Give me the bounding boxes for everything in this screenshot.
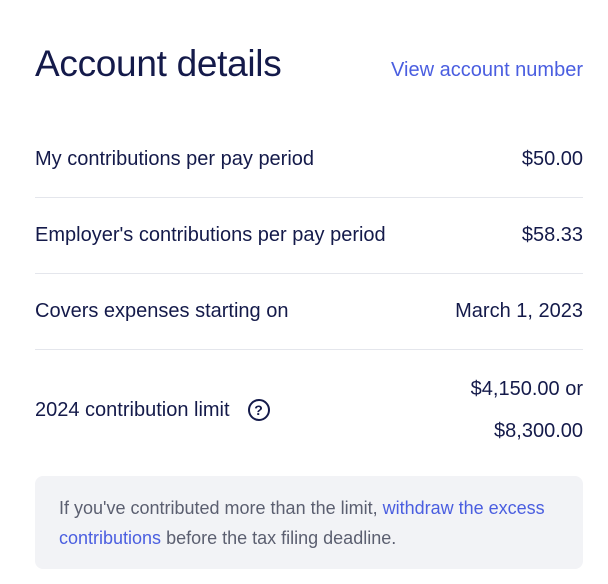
detail-label: Covers expenses starting on [35, 300, 289, 322]
contribution-limit-note: If you've contributed more than the limi… [35, 476, 583, 569]
note-prefix: If you've contributed more than the limi… [59, 498, 383, 518]
detail-row-contribution-limit: 2024 contribution limit ? $4,150.00 or $… [35, 350, 583, 470]
limit-value-line-2: $8,300.00 [494, 420, 583, 442]
limit-value-line-1: $4,150.00 or [470, 378, 583, 400]
detail-value: $50.00 [521, 147, 583, 170]
detail-row-employer-contributions: Employer's contributions per pay period … [35, 198, 583, 274]
detail-label-wrap: 2024 contribution limit ? [35, 399, 270, 422]
detail-label: Employer's contributions per pay period [35, 224, 386, 246]
account-details-card: Account details View account number My c… [35, 38, 583, 569]
detail-label: My contributions per pay period [35, 147, 315, 170]
card-header: Account details View account number [35, 38, 583, 90]
detail-label: 2024 contribution limit [35, 398, 230, 421]
page-title: Account details [35, 43, 282, 84]
view-account-number-link[interactable]: View account number [391, 44, 583, 96]
detail-row-covers-expenses: Covers expenses starting on March 1, 202… [35, 274, 583, 350]
detail-row-my-contributions: My contributions per pay period $50.00 [35, 121, 583, 198]
detail-value: $4,150.00 or $8,300.00 [471, 368, 583, 452]
note-suffix: before the tax filing deadline. [161, 528, 397, 548]
details-list: My contributions per pay period $50.00 E… [35, 121, 583, 470]
detail-value: March 1, 2023 [455, 300, 583, 322]
question-circle-icon[interactable]: ? [247, 399, 270, 421]
detail-value: $58.33 [521, 224, 583, 246]
